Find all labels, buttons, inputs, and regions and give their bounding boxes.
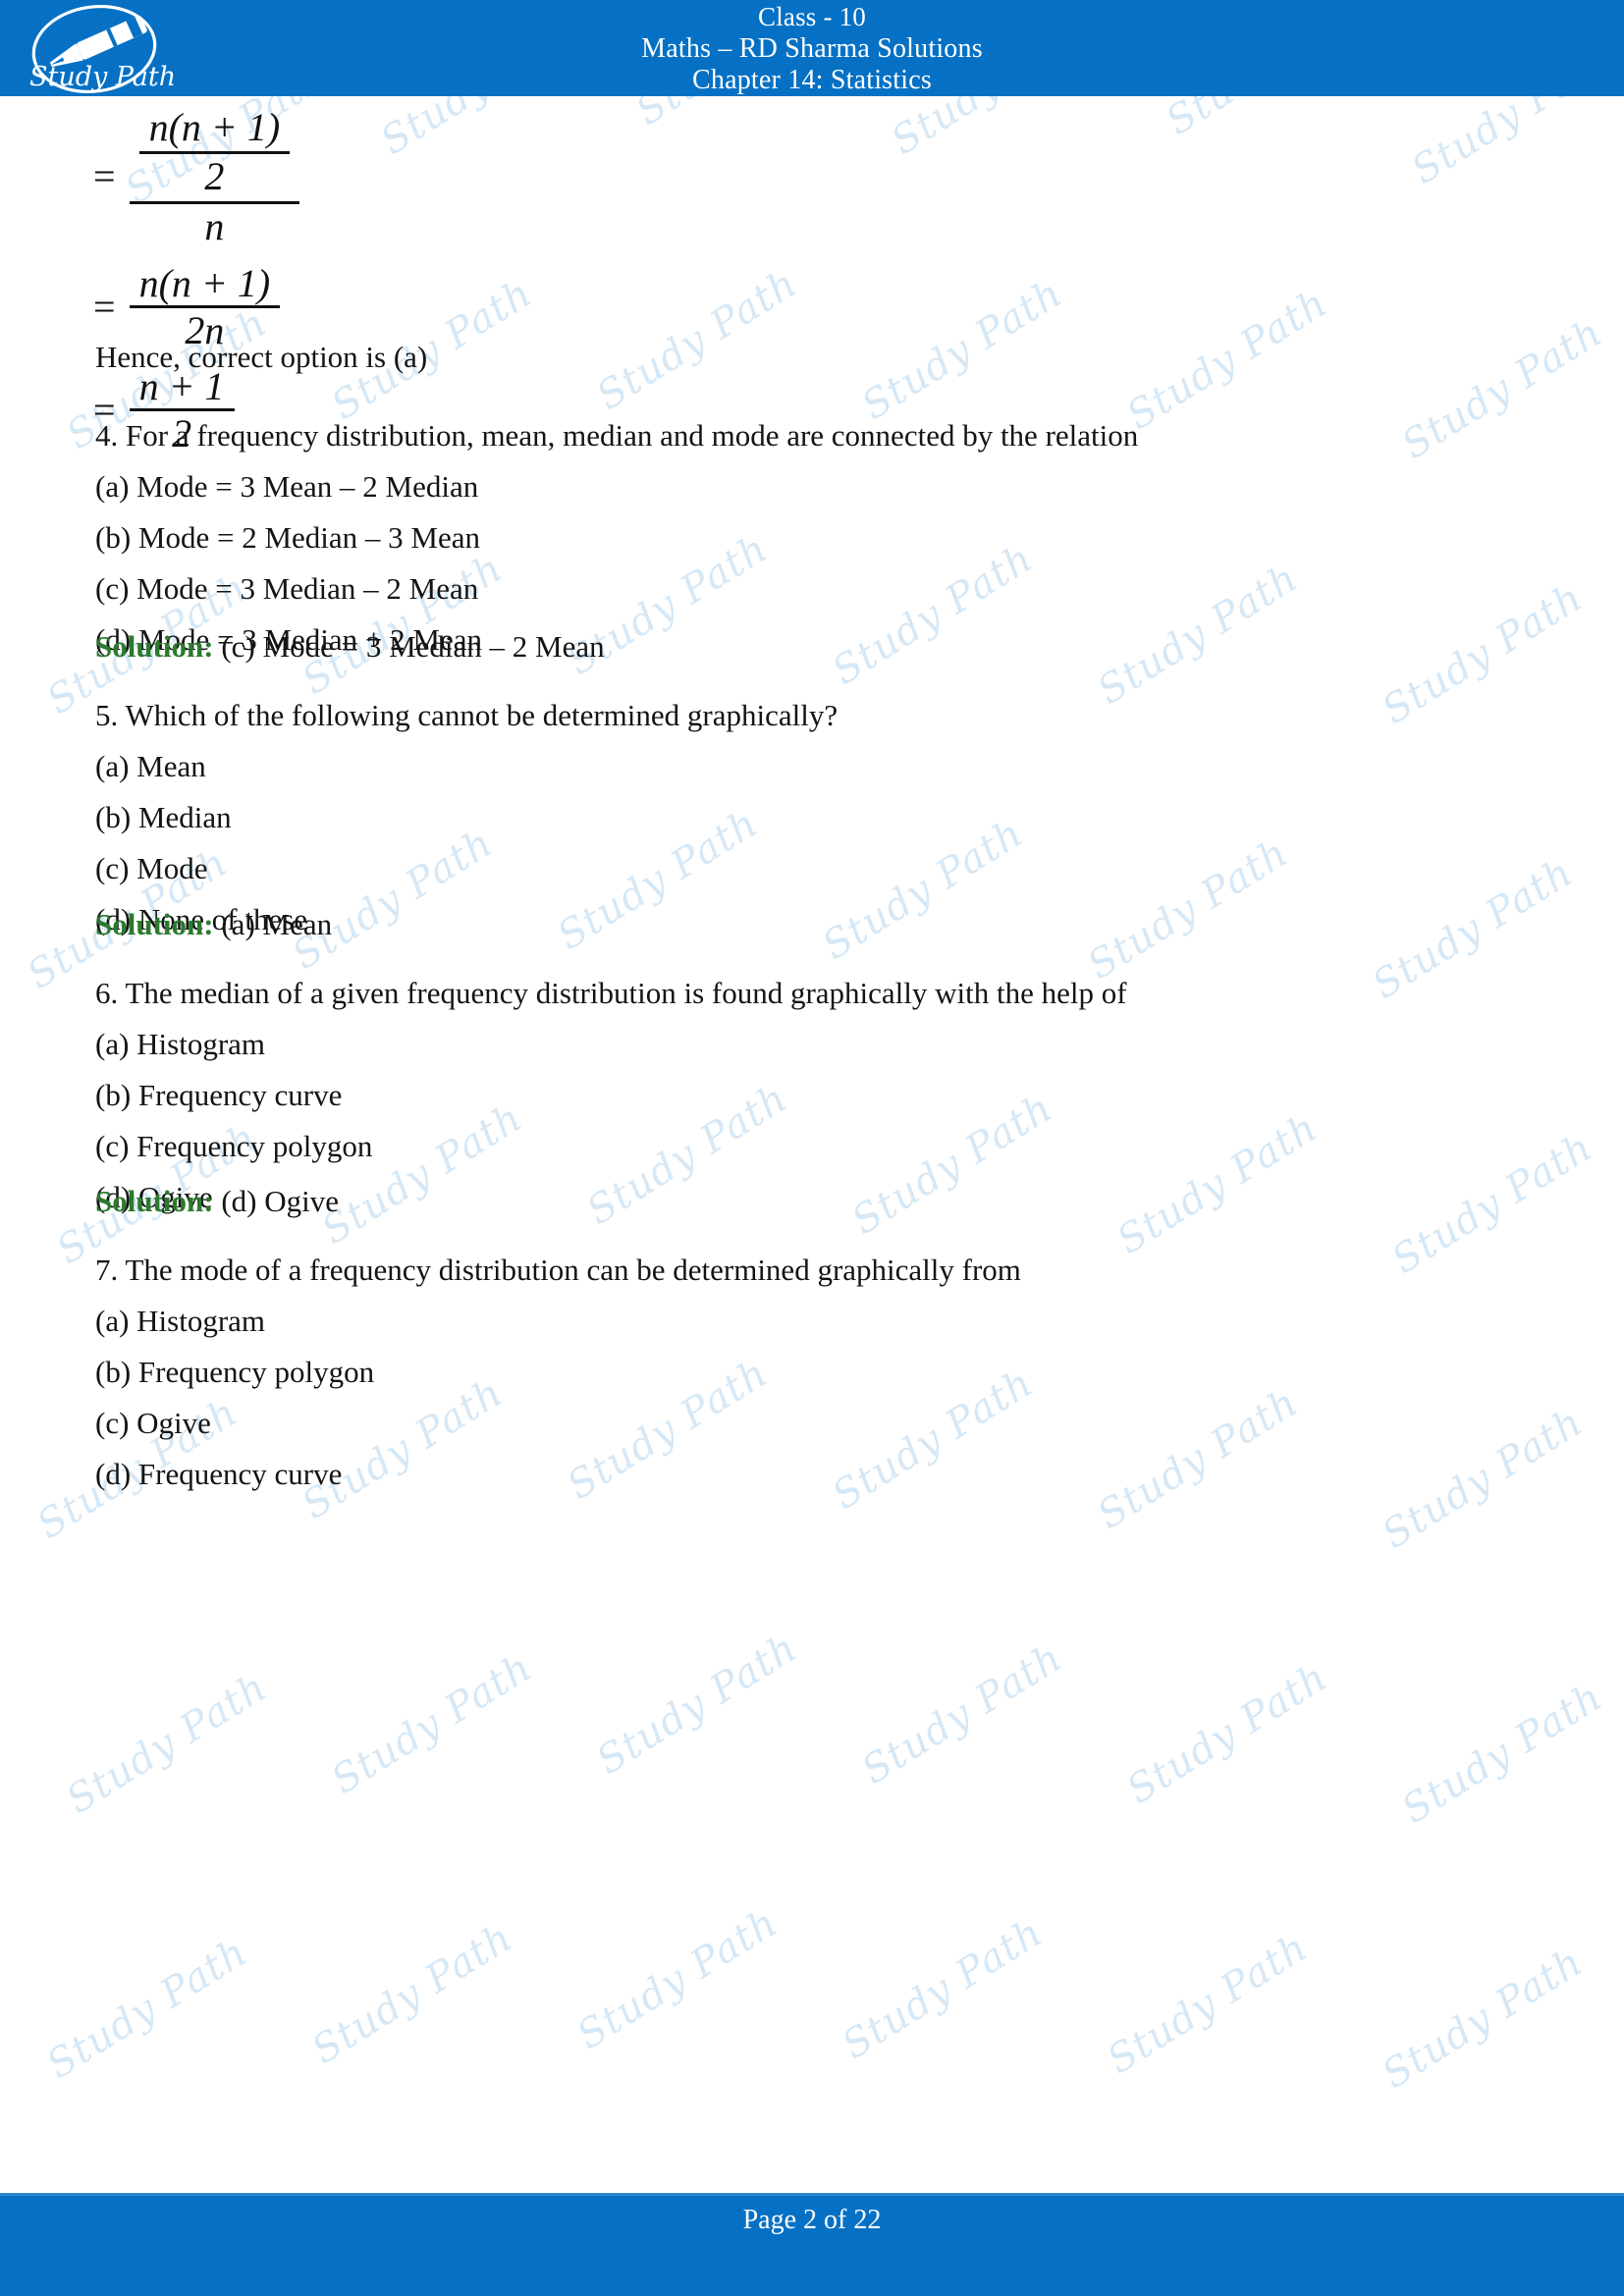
question-body-5: Which of the following cannot be determi… bbox=[125, 698, 839, 732]
solution-text-6: (d) Ogive bbox=[221, 1184, 340, 1218]
header-titles: Class - 10 Maths – RD Sharma Solutions C… bbox=[0, 0, 1624, 96]
option-7-c: (c) Ogive bbox=[95, 1406, 211, 1440]
page-number: Page 2 of 22 bbox=[742, 2205, 882, 2235]
study-path-logo: Study Path bbox=[16, 4, 202, 94]
question-text-4: 4. For a frequency distribution, mean, m… bbox=[95, 410, 1568, 461]
fraction-denominator: n bbox=[204, 204, 225, 249]
solution-block-5: Solution: (a) Mean bbox=[95, 899, 1568, 950]
option-6-b: (b) Frequency curve bbox=[95, 1078, 343, 1112]
math-step-1: = n(n + 1) 2 n bbox=[93, 104, 682, 249]
option-4-a: (a) Mode = 3 Mean – 2 Median bbox=[95, 469, 479, 504]
fraction-numerator: n(n + 1) 2 bbox=[130, 104, 300, 201]
option-4-c: (c) Mode = 3 Median – 2 Mean bbox=[95, 571, 479, 606]
solution-text-4: (c) Mode = 3 Median – 2 Mean bbox=[221, 629, 605, 664]
footer-divider bbox=[0, 2193, 1624, 2196]
question-number-7: 7. bbox=[95, 1253, 119, 1287]
question-number-4: 4. bbox=[95, 418, 119, 453]
page-content: = n(n + 1) 2 n = n(n + 1) 2n = n + 1 2 H… bbox=[0, 96, 1624, 2193]
option-6-a: (a) Histogram bbox=[95, 1027, 266, 1061]
document-page: Study Path Study Path Study Path Study P… bbox=[0, 0, 1624, 2296]
question-text-6: 6. The median of a given frequency distr… bbox=[95, 968, 1568, 1019]
header-class-line: Class - 10 bbox=[758, 1, 866, 31]
solution-label-5: Solution: bbox=[95, 907, 214, 941]
equals-sign: = bbox=[93, 154, 116, 199]
solution-block-6: Solution: (d) Ogive bbox=[95, 1176, 1568, 1227]
logo-wordmark: Study Path bbox=[29, 62, 176, 92]
option-4-b: (b) Mode = 2 Median – 3 Mean bbox=[95, 520, 480, 555]
option-5-a: (a) Mean bbox=[95, 749, 206, 783]
option-5-c: (c) Mode bbox=[95, 851, 208, 885]
option-7-b: (b) Frequency polygon bbox=[95, 1355, 375, 1389]
question-number-5: 5. bbox=[95, 698, 119, 732]
solution-text-5: (a) Mean bbox=[221, 907, 333, 941]
option-7-d: (d) Frequency curve bbox=[95, 1457, 343, 1491]
logo-icon: Study Path bbox=[29, 4, 176, 94]
math-derivation: = n(n + 1) 2 n = n(n + 1) 2n = n + 1 2 bbox=[93, 104, 682, 455]
solution-label-4: Solution: bbox=[95, 629, 214, 664]
inner-denominator: 2 bbox=[204, 154, 225, 199]
fraction-inner: n(n + 1) 2 bbox=[138, 105, 291, 199]
conclusion-line: Hence, correct option is (a) bbox=[95, 340, 428, 374]
option-5-b: (b) Median bbox=[95, 800, 232, 834]
inner-numerator: n(n + 1) bbox=[148, 105, 281, 149]
equals-sign: = bbox=[93, 284, 116, 329]
fraction-outer: n(n + 1) 2 n bbox=[129, 104, 300, 249]
question-body-4: For a frequency distribution, mean, medi… bbox=[126, 418, 1139, 453]
solution-block-4: Solution: (c) Mode = 3 Median – 2 Mean bbox=[95, 621, 1568, 672]
header-subject-line: Maths – RD Sharma Solutions bbox=[641, 32, 983, 64]
question-text-7: 7. The mode of a frequency distribution … bbox=[95, 1245, 1568, 1296]
fraction-numerator: n(n + 1) bbox=[138, 260, 271, 305]
header-chapter-line: Chapter 14: Statistics bbox=[692, 64, 932, 95]
question-number-6: 6. bbox=[95, 976, 119, 1010]
page-header: Class - 10 Maths – RD Sharma Solutions C… bbox=[0, 0, 1624, 96]
question-block-7: 7. The mode of a frequency distribution … bbox=[95, 1245, 1568, 1500]
option-7-a: (a) Histogram bbox=[95, 1304, 266, 1338]
question-body-7: The mode of a frequency distribution can… bbox=[125, 1253, 1021, 1287]
solution-label-6: Solution: bbox=[95, 1184, 214, 1218]
question-text-5: 5. Which of the following cannot be dete… bbox=[95, 690, 1568, 741]
question-body-6: The median of a given frequency distribu… bbox=[125, 976, 1127, 1010]
option-6-c: (c) Frequency polygon bbox=[95, 1129, 373, 1163]
page-footer: Page 2 of 22 bbox=[0, 2193, 1624, 2296]
